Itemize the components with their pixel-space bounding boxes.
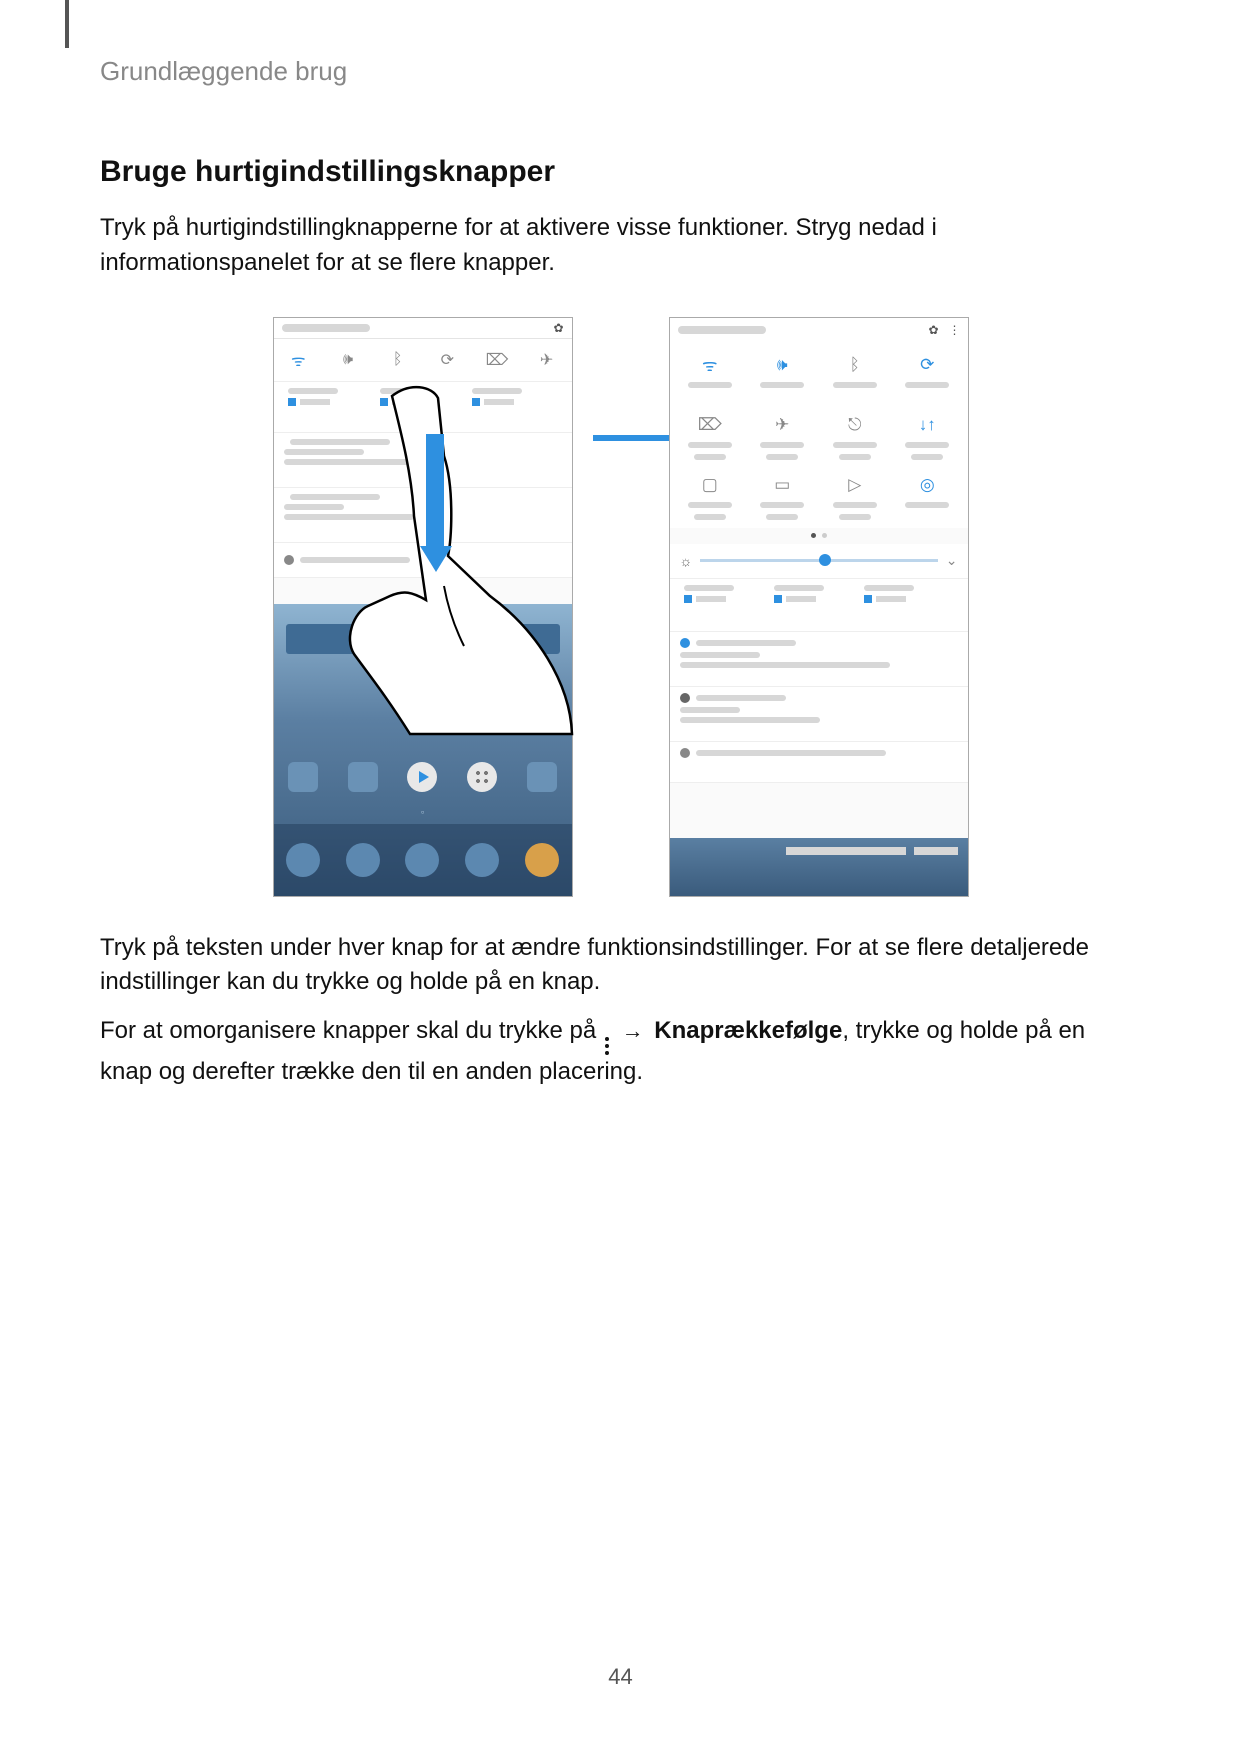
sound-icon: 🕪 — [337, 349, 359, 371]
rotation-icon: ⟳ — [436, 349, 458, 371]
contacts-icon — [346, 843, 380, 877]
phone-icon — [286, 843, 320, 877]
qs-wifi: ᯤ — [674, 348, 747, 408]
app-thumb — [774, 585, 824, 625]
paragraph-2: Tryk på teksten under hver knap for at æ… — [100, 931, 1141, 1001]
pager-dot: ○ — [274, 810, 572, 816]
qs-airplane: ✈ — [746, 408, 819, 468]
slider-thumb — [819, 554, 831, 566]
gear-icon: ✿ — [553, 321, 563, 335]
p3-bold: Knaprækkefølge — [654, 1017, 842, 1044]
status-text-blur — [678, 326, 766, 334]
section-label: Grundlæggende brug — [100, 56, 347, 87]
grid-pager — [670, 528, 968, 544]
flashlight-icon: ⌦ — [486, 349, 508, 371]
app-thumb — [684, 585, 734, 625]
brightness-icon: ☼ — [680, 553, 693, 569]
dock-play-icon — [407, 762, 437, 792]
paragraph-3: For at omorganisere knapper skal du tryk… — [100, 1014, 1141, 1090]
phone-collapsed: ✿ ᯤ 🕪 ᛒ ⟳ ⌦ ✈ — [273, 317, 573, 897]
phone-expanded: ✿ ⋮ ᯤ 🕪 ᛒ ⟳ ⌦ ✈ ⎋ ↓↑ ▢ ▭ ▷ ◎ — [669, 317, 969, 897]
qs-hotspot: ▭ — [746, 468, 819, 528]
qs-bluetooth: ᛒ — [819, 348, 892, 408]
favorites-tray — [274, 824, 572, 896]
dock-icon — [527, 762, 557, 792]
chevron-down-icon: ⌄ — [946, 552, 958, 569]
qs-location: ◎ — [891, 468, 964, 528]
messages-icon — [405, 843, 439, 877]
slider-track — [700, 559, 937, 562]
bottom-bar — [670, 838, 968, 896]
qs-rotation: ⟳ — [891, 348, 964, 408]
vertical-dots-icon — [605, 1037, 609, 1055]
quick-settings-grid: ᯤ 🕪 ᛒ ⟳ ⌦ ✈ ⎋ ↓↑ ▢ ▭ ▷ ◎ — [670, 342, 968, 528]
page-number: 44 — [0, 1664, 1241, 1690]
p3-part-a: For at omorganisere knapper skal du tryk… — [100, 1017, 603, 1044]
notification-item — [670, 632, 968, 687]
wifi-icon: ᯤ — [287, 349, 309, 371]
more-icon: ⋮ — [949, 323, 960, 337]
status-text-blur — [282, 324, 370, 332]
arrow-right-icon: → — [622, 1015, 644, 1047]
qs-sound: 🕪 — [746, 348, 819, 408]
notif-apps-row — [670, 578, 968, 632]
figure-row: ✿ ᯤ 🕪 ᛒ ⟳ ⌦ ✈ — [100, 317, 1141, 897]
airplane-icon: ✈ — [536, 349, 558, 371]
qs-screen: ▷ — [819, 468, 892, 528]
brightness-slider: ☼ ⌄ — [670, 544, 968, 578]
dock-apps-icon — [467, 762, 497, 792]
qs-mobiledata: ↓↑ — [891, 408, 964, 468]
internet-icon — [465, 843, 499, 877]
header-accent — [65, 0, 69, 48]
qs-flashlight: ⌦ — [674, 408, 747, 468]
intro-paragraph: Tryk på hurtigindstillingknapperne for a… — [100, 211, 1141, 281]
notification-item — [670, 687, 968, 742]
page-heading: Bruge hurtigindstillingsknapper — [100, 155, 1141, 189]
bluetooth-icon: ᛒ — [387, 349, 409, 371]
dock-row — [274, 754, 572, 800]
status-bar: ✿ ⋮ — [670, 318, 968, 342]
camera-icon — [525, 843, 559, 877]
dock-gallery-icon — [348, 762, 378, 792]
dock-calendar-icon — [288, 762, 318, 792]
qs-powersave: ⎋ — [819, 408, 892, 468]
gear-icon: ✿ — [928, 323, 938, 337]
status-bar: ✿ — [274, 318, 572, 339]
swipe-arrow-body — [426, 434, 444, 548]
notification-item — [670, 742, 968, 783]
qs-bluelight: ▢ — [674, 468, 747, 528]
swipe-hand-illustration — [314, 376, 574, 736]
app-thumb — [864, 585, 914, 625]
